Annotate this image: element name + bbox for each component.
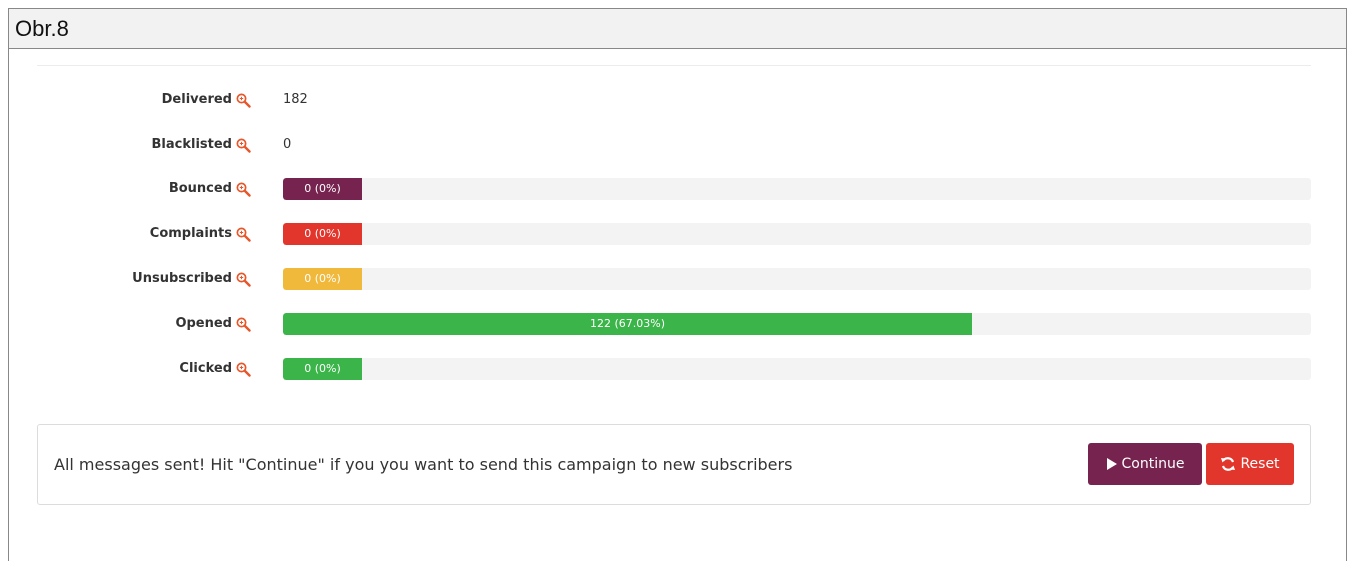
opened-label: Opened (175, 316, 232, 331)
stat-label-clicked: Clicked (179, 358, 251, 380)
stat-label-blacklisted: Blacklisted (152, 134, 251, 156)
divider (37, 65, 1311, 66)
clicked-progress: 0 (0%) (283, 358, 1311, 380)
figure-caption: Obr.8 (9, 9, 1346, 49)
unsubscribed-label: Unsubscribed (132, 271, 232, 286)
refresh-icon (1221, 457, 1236, 471)
stat-label-bounced: Bounced (169, 178, 251, 200)
zoom-in-icon[interactable] (235, 181, 251, 197)
stat-row-delivered: Delivered 182 (9, 89, 1346, 111)
stat-label-opened: Opened (175, 313, 251, 335)
stat-row-clicked: Clicked 0 (0%) (9, 358, 1346, 380)
complaints-label: Complaints (149, 226, 232, 241)
bounced-label: Bounced (168, 181, 232, 196)
stat-row-opened: Opened 122 (67.03%) (9, 313, 1346, 335)
delivered-label: Delivered (161, 92, 232, 107)
zoom-in-icon[interactable] (235, 137, 251, 153)
continue-button-label: Continue (1121, 456, 1185, 472)
campaign-status-panel: All messages sent! Hit "Continue" if you… (37, 424, 1311, 505)
zoom-in-icon[interactable] (235, 92, 251, 108)
bounced-progress-bar: 0 (0%) (283, 178, 362, 200)
stat-label-unsubscribed: Unsubscribed (132, 268, 251, 290)
stat-row-complaints: Complaints 0 (0%) (9, 223, 1346, 245)
stat-row-unsubscribed: Unsubscribed 0 (0%) (9, 268, 1346, 290)
zoom-in-icon[interactable] (235, 361, 251, 377)
zoom-in-icon[interactable] (235, 271, 251, 287)
delivered-value: 182 (283, 92, 308, 107)
opened-progress: 122 (67.03%) (283, 313, 1311, 335)
stat-label-delivered: Delivered (162, 89, 251, 111)
unsubscribed-progress-bar: 0 (0%) (283, 268, 362, 290)
reset-button[interactable]: Reset (1206, 443, 1294, 485)
reset-button-label: Reset (1240, 456, 1280, 472)
play-icon (1106, 458, 1117, 470)
continue-button[interactable]: Continue (1088, 443, 1202, 485)
stat-row-bounced: Bounced 0 (0%) (9, 178, 1346, 200)
clicked-label: Clicked (179, 361, 232, 376)
clicked-progress-bar: 0 (0%) (283, 358, 362, 380)
bounced-progress: 0 (0%) (283, 178, 1311, 200)
stat-row-blacklisted: Blacklisted 0 (9, 134, 1346, 156)
complaints-progress: 0 (0%) (283, 223, 1311, 245)
figure-frame: Obr.8 Delivered 182 Blacklisted 0 Bounce… (8, 8, 1347, 561)
status-message: All messages sent! Hit "Continue" if you… (54, 455, 793, 474)
zoom-in-icon[interactable] (235, 316, 251, 332)
complaints-progress-bar: 0 (0%) (283, 223, 362, 245)
stat-label-complaints: Complaints (150, 223, 251, 245)
opened-progress-bar: 122 (67.03%) (283, 313, 973, 335)
blacklisted-label: Blacklisted (151, 137, 232, 152)
blacklisted-value: 0 (283, 137, 292, 152)
unsubscribed-progress: 0 (0%) (283, 268, 1311, 290)
zoom-in-icon[interactable] (235, 226, 251, 242)
